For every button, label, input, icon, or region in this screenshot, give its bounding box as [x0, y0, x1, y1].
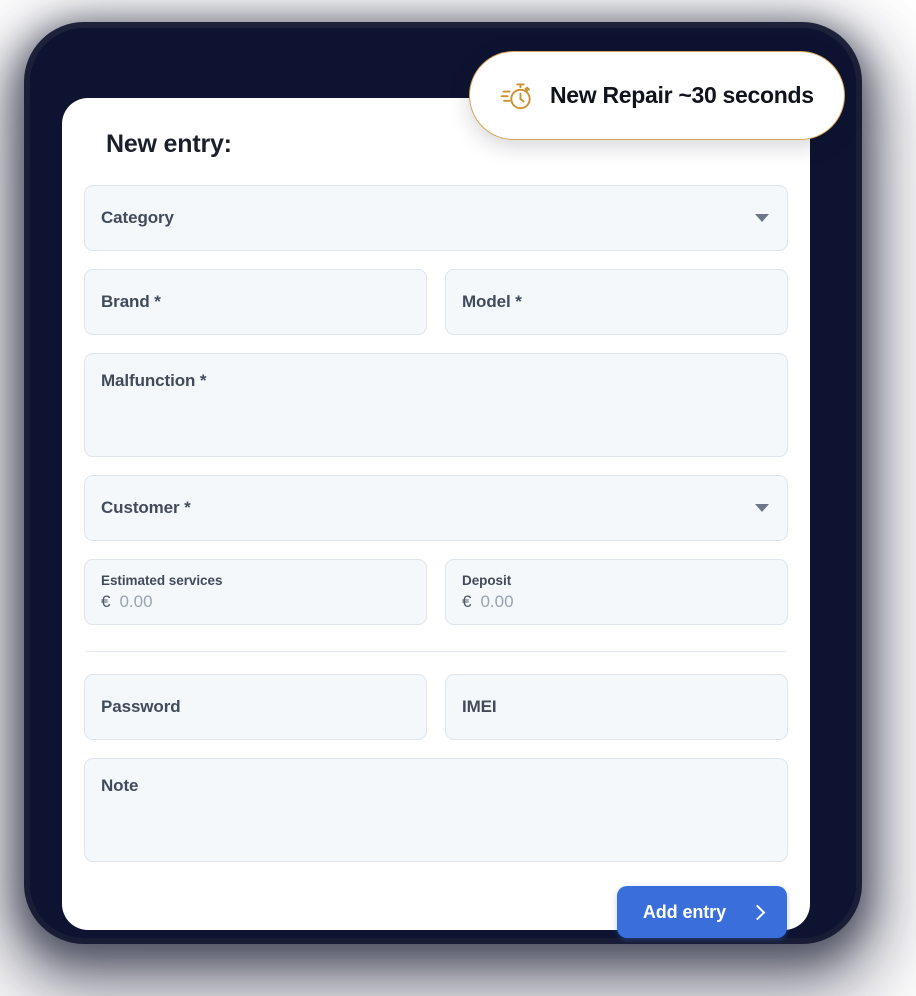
brand-input[interactable]: Brand *	[84, 269, 427, 335]
form-row-malfunction: Malfunction *	[84, 353, 788, 457]
chevron-right-icon	[749, 904, 766, 921]
estimated-services-value: € 0.00	[101, 592, 153, 612]
section-divider	[86, 651, 786, 652]
chevron-down-icon	[755, 504, 769, 512]
form-row-category: Category	[84, 185, 788, 251]
form-row-amounts: Estimated services € 0.00 Deposit € 0.00	[84, 559, 788, 625]
form-row-password-imei: Password IMEI	[84, 674, 788, 740]
imei-input[interactable]: IMEI	[445, 674, 788, 740]
category-select[interactable]: Category	[84, 185, 788, 251]
form-footer: Add entry	[84, 886, 788, 938]
password-placeholder: Password	[101, 697, 181, 716]
malfunction-textarea[interactable]: Malfunction *	[84, 353, 788, 457]
new-entry-form: Category Brand * Model * Malfunction * C…	[84, 185, 788, 938]
deposit-label: Deposit	[462, 572, 512, 588]
model-input[interactable]: Model *	[445, 269, 788, 335]
imei-placeholder: IMEI	[462, 697, 497, 716]
customer-select[interactable]: Customer *	[84, 475, 788, 541]
new-repair-badge: New Repair ~30 seconds	[469, 51, 845, 140]
form-row-customer: Customer *	[84, 475, 788, 541]
add-entry-label: Add entry	[642, 901, 726, 922]
stopwatch-icon	[500, 82, 531, 109]
malfunction-placeholder: Malfunction *	[101, 371, 207, 390]
note-placeholder: Note	[101, 776, 139, 795]
model-placeholder: Model *	[462, 292, 522, 311]
brand-placeholder: Brand *	[101, 292, 161, 311]
currency-symbol: €	[462, 591, 472, 611]
chevron-down-icon	[755, 214, 769, 222]
estimated-services-label: Estimated services	[101, 572, 223, 588]
customer-placeholder: Customer *	[101, 498, 191, 517]
category-placeholder: Category	[101, 208, 174, 227]
note-textarea[interactable]: Note	[84, 758, 788, 862]
currency-symbol: €	[101, 591, 111, 611]
estimated-services-amount: 0.00	[119, 591, 153, 611]
form-row-brand-model: Brand * Model *	[84, 269, 788, 335]
form-row-note: Note	[84, 758, 788, 862]
new-entry-card: New entry: Category Brand * Model * Malf…	[62, 98, 810, 938]
add-entry-button[interactable]: Add entry	[616, 886, 787, 938]
password-input[interactable]: Password	[84, 674, 427, 740]
deposit-input[interactable]: Deposit € 0.00	[445, 559, 788, 625]
deposit-amount: 0.00	[480, 591, 514, 611]
deposit-value: € 0.00	[462, 592, 514, 612]
estimated-services-input[interactable]: Estimated services € 0.00	[84, 559, 427, 625]
screenshot-root: New entry: Category Brand * Model * Malf…	[0, 0, 916, 996]
badge-label: New Repair ~30 seconds	[550, 82, 814, 108]
